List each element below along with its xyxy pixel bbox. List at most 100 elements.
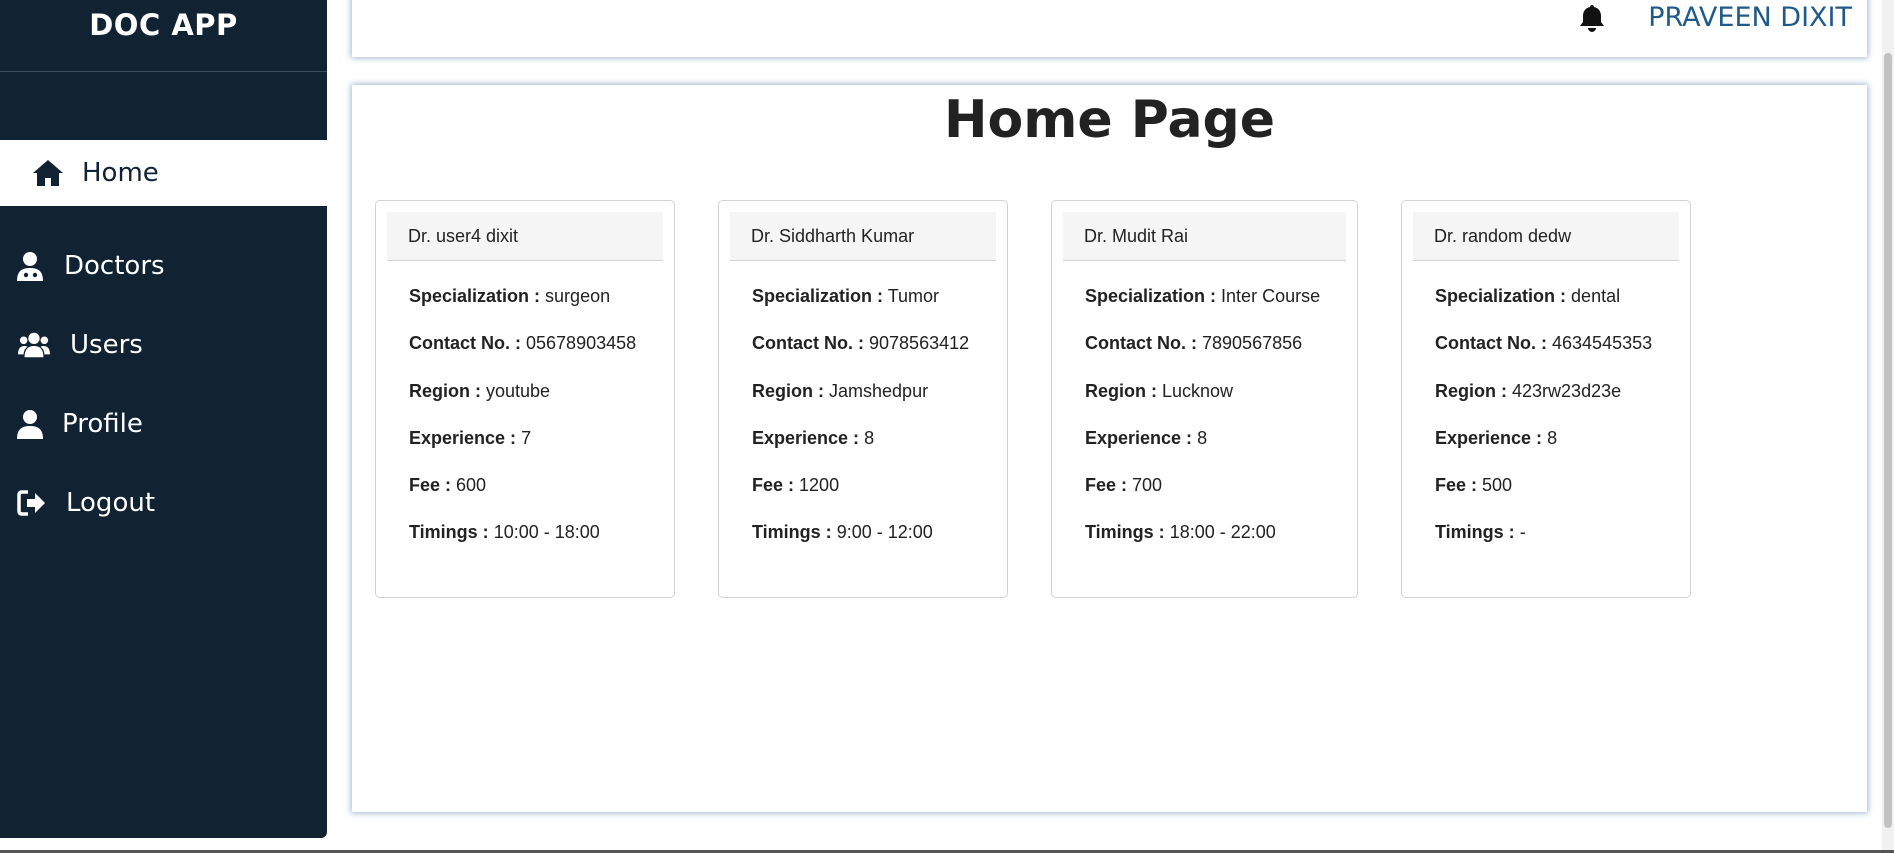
- field-label: Specialization :: [1435, 286, 1567, 306]
- field-value: 600: [456, 475, 487, 495]
- experience-field: Experience : 8: [752, 428, 874, 449]
- sidebar-item-label: Home: [82, 158, 159, 188]
- doctor-name[interactable]: Dr. Mudit Rai: [1063, 212, 1346, 261]
- contact-field: Contact No. : 7890567856: [1085, 333, 1302, 354]
- fee-field: Fee : 700: [1085, 475, 1162, 496]
- app-title: DOC APP: [89, 8, 238, 42]
- field-value: Tumor: [887, 286, 940, 306]
- doctor-name[interactable]: Dr. random dedw: [1413, 212, 1679, 261]
- sidebar-item-label: Profile: [62, 409, 143, 439]
- doctor-card[interactable]: Dr. user4 dixit Specialization : surgeon…: [375, 200, 675, 598]
- users-icon: [18, 329, 50, 361]
- field-value: 8: [1547, 428, 1558, 448]
- field-label: Experience :: [1435, 428, 1543, 448]
- doctor-card[interactable]: Dr. Mudit Rai Specialization : Inter Cou…: [1051, 200, 1358, 598]
- field-label: Contact No. :: [1085, 333, 1197, 353]
- field-value: youtube: [486, 381, 551, 401]
- field-label: Contact No. :: [752, 333, 864, 353]
- sidebar-item-users[interactable]: Users: [0, 312, 327, 378]
- specialization-field: Specialization : surgeon: [409, 286, 610, 307]
- field-label: Experience :: [752, 428, 860, 448]
- field-value: Lucknow: [1162, 381, 1234, 401]
- field-value: 1200: [799, 475, 840, 495]
- scrollbar[interactable]: [1882, 0, 1894, 853]
- field-label: Experience :: [1085, 428, 1193, 448]
- field-label: Specialization :: [409, 286, 541, 306]
- field-value: 18:00 - 22:00: [1169, 522, 1276, 542]
- sidebar-item-logout[interactable]: Logout: [0, 470, 327, 536]
- fee-field: Fee : 500: [1435, 475, 1512, 496]
- doctor-icon: [14, 250, 46, 282]
- specialization-field: Specialization : dental: [1435, 286, 1620, 307]
- field-label: Specialization :: [752, 286, 884, 306]
- field-value: 9:00 - 12:00: [836, 522, 933, 542]
- fee-field: Fee : 600: [409, 475, 486, 496]
- contact-field: Contact No. : 9078563412: [752, 333, 969, 354]
- sidebar-item-doctors[interactable]: Doctors: [0, 233, 327, 299]
- region-field: Region : 423rw23d23e: [1435, 381, 1621, 402]
- fee-field: Fee : 1200: [752, 475, 839, 496]
- home-icon: [32, 157, 64, 189]
- specialization-field: Specialization : Inter Course: [1085, 286, 1320, 307]
- field-label: Region :: [752, 381, 824, 401]
- sidebar-item-profile[interactable]: Profile: [0, 391, 327, 457]
- username-link[interactable]: PRAVEEN DIXIT: [1648, 2, 1852, 33]
- logout-icon: [16, 487, 48, 519]
- field-value: Inter Course: [1221, 286, 1321, 306]
- field-label: Experience :: [409, 428, 517, 448]
- specialization-field: Specialization : Tumor: [752, 286, 939, 307]
- field-label: Region :: [409, 381, 481, 401]
- experience-field: Experience : 8: [1085, 428, 1207, 449]
- top-header: [352, 0, 1867, 57]
- region-field: Region : youtube: [409, 381, 550, 402]
- field-value: 423rw23d23e: [1512, 381, 1622, 401]
- field-value: 500: [1482, 475, 1513, 495]
- user-icon: [14, 408, 46, 440]
- field-value: dental: [1571, 286, 1621, 306]
- region-field: Region : Lucknow: [1085, 381, 1233, 402]
- doctor-name[interactable]: Dr. Siddharth Kumar: [730, 212, 996, 261]
- field-label: Contact No. :: [409, 333, 521, 353]
- sidebar: DOC APP Home Doctors Users Profile Logou…: [0, 0, 327, 838]
- experience-field: Experience : 7: [409, 428, 531, 449]
- field-value: 4634545353: [1552, 333, 1653, 353]
- field-label: Contact No. :: [1435, 333, 1547, 353]
- field-label: Specialization :: [1085, 286, 1217, 306]
- field-value: 7: [521, 428, 532, 448]
- field-value: Jamshedpur: [829, 381, 929, 401]
- region-field: Region : Jamshedpur: [752, 381, 928, 402]
- field-label: Timings :: [409, 522, 489, 542]
- field-value: -: [1519, 522, 1526, 542]
- field-value: 05678903458: [526, 333, 637, 353]
- doctor-card[interactable]: Dr. Siddharth Kumar Specialization : Tum…: [718, 200, 1008, 598]
- contact-field: Contact No. : 05678903458: [409, 333, 636, 354]
- sidebar-item-label: Logout: [66, 488, 156, 518]
- main-content: Home Page Dr. user4 dixit Specialization…: [352, 85, 1867, 812]
- sidebar-item-label: Users: [70, 330, 143, 360]
- brand: DOC APP: [0, 0, 327, 72]
- field-label: Region :: [1435, 381, 1507, 401]
- field-label: Timings :: [1435, 522, 1515, 542]
- field-value: 10:00 - 18:00: [493, 522, 600, 542]
- scrollbar-thumb[interactable]: [1884, 53, 1892, 828]
- sidebar-item-label: Doctors: [64, 251, 165, 281]
- bell-icon[interactable]: [1578, 3, 1606, 33]
- contact-field: Contact No. : 4634545353: [1435, 333, 1652, 354]
- field-label: Fee :: [1435, 475, 1478, 495]
- page-title: Home Page: [943, 90, 1276, 150]
- timings-field: Timings : -: [1435, 522, 1526, 543]
- sidebar-item-home[interactable]: Home: [0, 140, 327, 206]
- field-value: 8: [864, 428, 875, 448]
- timings-field: Timings : 10:00 - 18:00: [409, 522, 600, 543]
- doctor-card[interactable]: Dr. random dedw Specialization : dental …: [1401, 200, 1691, 598]
- field-label: Fee :: [1085, 475, 1128, 495]
- field-label: Fee :: [752, 475, 795, 495]
- field-value: 700: [1132, 475, 1163, 495]
- field-label: Region :: [1085, 381, 1157, 401]
- experience-field: Experience : 8: [1435, 428, 1557, 449]
- doctor-name[interactable]: Dr. user4 dixit: [387, 212, 663, 261]
- field-value: 8: [1197, 428, 1208, 448]
- timings-field: Timings : 18:00 - 22:00: [1085, 522, 1276, 543]
- field-value: 7890567856: [1202, 333, 1303, 353]
- field-value: surgeon: [545, 286, 611, 306]
